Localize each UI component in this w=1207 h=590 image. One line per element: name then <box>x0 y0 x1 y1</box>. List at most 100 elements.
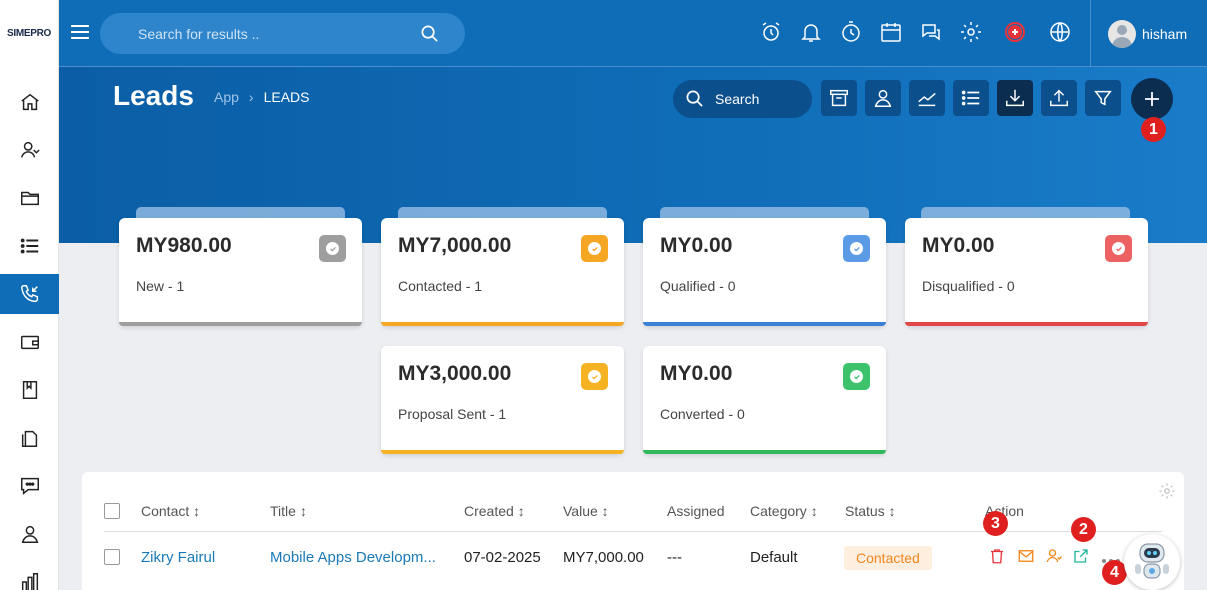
summary-card-contacted[interactable]: MY7,000.00 Contacted - 1 <box>381 218 624 326</box>
summary-card-disqualified[interactable]: MY0.00 Disqualified - 0 <box>905 218 1148 326</box>
column-header-assigned: Assigned <box>667 503 725 519</box>
timer-icon[interactable] <box>839 20 863 44</box>
column-header-created[interactable]: Created ↕ <box>464 503 525 519</box>
add-circle-icon[interactable] <box>1003 20 1027 44</box>
card-status-bar <box>119 322 362 326</box>
person-icon <box>874 89 892 107</box>
avatar <box>1108 20 1136 48</box>
app-logo[interactable]: SIMEPRO <box>0 0 58 67</box>
chart-button[interactable] <box>909 80 945 116</box>
bell-icon[interactable] <box>799 20 823 44</box>
topbar-divider <box>1090 0 1091 67</box>
filter-button[interactable] <box>1085 80 1121 116</box>
documents-icon[interactable] <box>0 418 59 458</box>
archive-button[interactable] <box>821 80 857 116</box>
upload-icon <box>1050 89 1068 107</box>
table-settings-icon[interactable] <box>1158 482 1176 500</box>
column-header-contact[interactable]: Contact ↕ <box>141 503 200 519</box>
card-label: Contacted - 1 <box>398 278 483 294</box>
breadcrumb-app[interactable]: App <box>214 89 239 105</box>
breadcrumb: App › LEADS <box>214 89 310 105</box>
row-value: MY7,000.00 <box>563 549 644 566</box>
user-menu[interactable]: hisham <box>1108 20 1187 48</box>
menu-icon[interactable] <box>70 22 90 44</box>
open-external-icon[interactable] <box>1072 547 1090 565</box>
summary-card-qualified[interactable]: MY0.00 Qualified - 0 <box>643 218 886 326</box>
assign-user-icon[interactable] <box>1045 547 1063 565</box>
card-label: Qualified - 0 <box>660 278 736 294</box>
row-title-link[interactable]: Mobile Apps Developm... <box>270 549 436 566</box>
folder-icon[interactable] <box>0 178 59 218</box>
reports-icon[interactable] <box>0 562 59 590</box>
status-badge: Contacted <box>844 546 932 570</box>
check-badge-icon <box>1105 235 1132 262</box>
wallet-icon[interactable] <box>0 322 59 362</box>
user-name: hisham <box>1142 26 1188 42</box>
leads-search-button[interactable]: Search <box>673 80 812 118</box>
column-header-category[interactable]: Category ↕ <box>750 503 818 519</box>
list-icon <box>961 90 980 106</box>
column-header-title[interactable]: Title ↕ <box>270 503 307 519</box>
row-created: 07-02-2025 <box>464 549 541 566</box>
download-icon <box>1006 89 1024 107</box>
messages-icon[interactable] <box>919 20 943 44</box>
column-header-value[interactable]: Value ↕ <box>563 503 609 519</box>
card-amount: MY3,000.00 <box>398 362 512 385</box>
chatbot-assistant-icon[interactable] <box>1124 534 1180 590</box>
gear-icon[interactable] <box>959 20 983 44</box>
card-label: Converted - 0 <box>660 406 745 422</box>
summary-card-proposal-sent[interactable]: MY3,000.00 Proposal Sent - 1 <box>381 346 624 454</box>
check-badge-icon <box>581 363 608 390</box>
search-label: Search <box>715 91 760 107</box>
chat-icon[interactable] <box>0 466 59 506</box>
select-all-checkbox[interactable] <box>104 503 120 519</box>
breadcrumb-leads: LEADS <box>263 89 310 105</box>
search-icon <box>686 90 703 107</box>
leads-table: Contact ↕ Title ↕ Created ↕ Value ↕ Assi… <box>82 472 1184 590</box>
list-view-button[interactable] <box>953 80 989 116</box>
book-icon[interactable] <box>0 370 59 410</box>
download-button[interactable] <box>997 80 1033 116</box>
row-category: Default <box>750 549 798 566</box>
upload-button[interactable] <box>1041 80 1077 116</box>
row-checkbox[interactable] <box>104 549 120 565</box>
card-label: Proposal Sent - 1 <box>398 406 507 422</box>
card-status-bar <box>643 322 886 326</box>
home-icon[interactable] <box>0 82 59 122</box>
check-badge-icon <box>581 235 608 262</box>
plus-icon <box>1145 92 1159 106</box>
list-icon[interactable] <box>0 226 59 266</box>
card-amount: MY7,000.00 <box>398 234 512 257</box>
check-badge-icon <box>319 235 346 262</box>
card-label: Disqualified - 0 <box>922 278 1015 294</box>
card-label: New - 1 <box>136 278 185 294</box>
global-search-input[interactable]: Search for results .. <box>100 13 465 54</box>
summary-card-new[interactable]: MY980.00 New - 1 <box>119 218 362 326</box>
trend-icon <box>918 92 936 107</box>
chevron-right-icon: › <box>248 89 254 105</box>
delete-icon[interactable] <box>988 547 1006 565</box>
check-badge-icon <box>843 363 870 390</box>
contacts-icon[interactable] <box>0 130 59 170</box>
summary-card-converted[interactable]: MY0.00 Converted - 0 <box>643 346 886 454</box>
globe-icon[interactable] <box>1048 20 1072 44</box>
card-amount: MY0.00 <box>660 234 733 257</box>
row-contact-link[interactable]: Zikry Fairul <box>141 549 215 566</box>
column-header-status[interactable]: Status ↕ <box>845 503 896 519</box>
row-assigned: --- <box>667 549 682 566</box>
search-icon[interactable] <box>420 24 439 43</box>
filter-icon <box>1094 90 1112 106</box>
leads-phone-icon[interactable] <box>0 274 59 314</box>
user-filter-button[interactable] <box>865 80 901 116</box>
archive-icon <box>830 89 848 107</box>
logo-text: SIMEPRO <box>6 28 52 39</box>
add-lead-button[interactable] <box>1131 78 1173 120</box>
email-icon[interactable] <box>1017 547 1035 565</box>
calendar-icon[interactable] <box>879 20 903 44</box>
card-status-bar <box>381 322 624 326</box>
card-amount: MY0.00 <box>660 362 733 385</box>
user-icon[interactable] <box>0 514 59 554</box>
card-status-bar <box>643 450 886 454</box>
alarm-clock-icon[interactable] <box>759 20 783 44</box>
page-title: Leads <box>113 80 194 111</box>
